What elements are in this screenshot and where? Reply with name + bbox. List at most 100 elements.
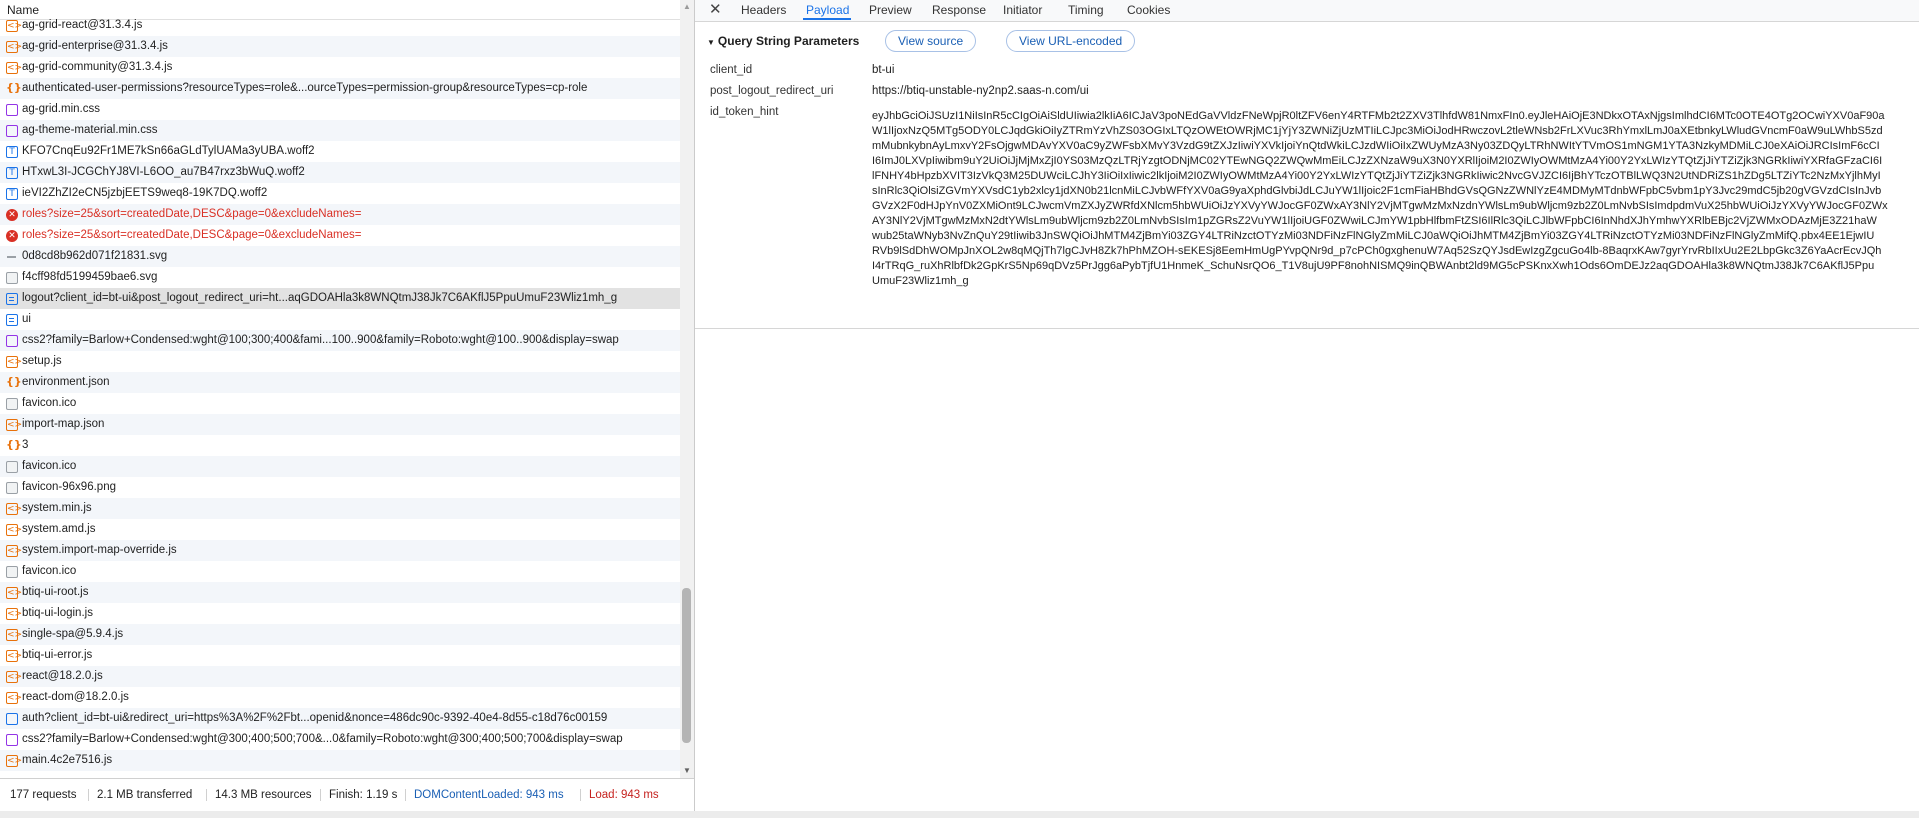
- request-row[interactable]: TieVI2ZhZI2eCN5jzbjEETS9weq8-19K7DQ.woff…: [0, 183, 680, 204]
- request-row[interactable]: <> btiq-ui-login.js: [0, 603, 680, 624]
- param-key-id-token-hint: id_token_hint: [710, 106, 779, 118]
- request-row[interactable]: <> setup.js: [0, 351, 680, 372]
- request-name: 0d8cd8b962d071f21831.svg: [22, 250, 168, 262]
- close-icon[interactable]: ✕: [709, 0, 722, 18]
- request-row[interactable]: ui: [0, 309, 680, 330]
- request-row[interactable]: auth?client_id=bt-ui&redirect_uri=https%…: [0, 708, 680, 729]
- request-name: favicon.ico: [22, 565, 77, 577]
- request-row[interactable]: f4cff98fd5199459bae6.svg: [0, 267, 680, 288]
- request-row[interactable]: <> ag-grid-community@31.3.4.js: [0, 57, 680, 78]
- request-row[interactable]: favicon-96x96.png: [0, 477, 680, 498]
- request-name: btiq-ui-login.js: [22, 607, 93, 619]
- request-name: authenticated-user-permissions?resourceT…: [22, 82, 588, 94]
- request-row[interactable]: <> system.amd.js: [0, 519, 680, 540]
- request-row[interactable]: <> system.min.js: [0, 498, 680, 519]
- request-name: ag-theme-material.min.css: [22, 124, 158, 136]
- request-row[interactable]: <> react-dom@18.2.0.js: [0, 687, 680, 708]
- request-row[interactable]: bt-logo.svg: [0, 771, 680, 775]
- script-file-icon: <>: [6, 545, 23, 557]
- script-file-icon: <>: [6, 629, 23, 641]
- request-row[interactable]: {} 3: [0, 435, 680, 456]
- tab-preview[interactable]: Preview: [869, 3, 912, 17]
- script-file-icon: <>: [6, 20, 23, 32]
- request-row[interactable]: favicon.ico: [0, 456, 680, 477]
- request-row[interactable]: ag-grid.min.css: [0, 99, 680, 120]
- request-row-selected[interactable]: logout?client_id=bt-ui&post_logout_redir…: [0, 288, 680, 309]
- scroll-down-arrow-icon[interactable]: ▼: [683, 766, 691, 775]
- script-file-icon: <>: [6, 608, 23, 620]
- query-string-parameters-header[interactable]: ▼ Query String Parameters: [707, 34, 859, 48]
- request-row[interactable]: <> import-map.json: [0, 414, 680, 435]
- scrollbar-thumb[interactable]: [682, 588, 691, 743]
- tab-payload[interactable]: Payload: [806, 3, 849, 17]
- request-name: system.amd.js: [22, 523, 96, 535]
- request-row[interactable]: {} environment.json: [0, 372, 680, 393]
- id-token-line: W1lIjoxNzQ5MTg5ODY0LCJqdGkiOiIyZTRmYzVhZ…: [872, 125, 1883, 137]
- request-list-scrollbar[interactable]: ▲ ▼: [680, 0, 694, 778]
- request-row[interactable]: <> single-spa@5.9.4.js: [0, 624, 680, 645]
- request-row[interactable]: <> main.4c2e7516.js: [0, 750, 680, 771]
- tab-timing[interactable]: Timing: [1068, 3, 1104, 17]
- script-file-icon: <>: [6, 419, 23, 431]
- payload-divider: [695, 328, 1919, 329]
- other-request-icon: [6, 713, 18, 725]
- image-icon: [6, 566, 18, 578]
- collapse-triangle-icon[interactable]: ▼: [707, 38, 715, 47]
- image-icon: [6, 272, 18, 284]
- request-row[interactable]: ✕ roles?size=25&sort=createdDate,DESC&pag…: [0, 225, 680, 246]
- request-name: HTxwL3I-JCGChYJ8VI-L6OO_au7B47rxz3bWuQ.w…: [22, 166, 305, 178]
- stylesheet-icon: [6, 335, 18, 347]
- request-name: btiq-ui-root.js: [22, 586, 89, 598]
- tab-initiator[interactable]: Initiator: [1003, 3, 1042, 17]
- request-name: react-dom@18.2.0.js: [22, 691, 129, 703]
- request-name: ag-grid-enterprise@31.3.4.js: [22, 40, 168, 52]
- font-file-icon: T: [6, 167, 18, 179]
- script-file-icon: <>: [6, 356, 23, 368]
- request-row[interactable]: <> react@18.2.0.js: [0, 666, 680, 687]
- request-row[interactable]: ag-theme-material.min.css: [0, 120, 680, 141]
- request-name: auth?client_id=bt-ui&redirect_uri=https%…: [22, 712, 608, 724]
- id-token-line: RVb9lSdDhWOMpJnXOL2w8qMQjTh7lgCJvH8Zk7hP…: [872, 245, 1882, 257]
- request-row[interactable]: {} authenticated-user-permissions?resourc…: [0, 78, 680, 99]
- request-name: import-map.json: [22, 418, 105, 430]
- request-name: favicon.ico: [22, 460, 77, 472]
- request-row[interactable]: 0d8cd8b962d071f21831.svg: [0, 246, 680, 267]
- request-row[interactable]: <> ag-grid-enterprise@31.3.4.js: [0, 36, 680, 57]
- request-row[interactable]: T KFO7CnqEu92Fr1ME7kSn66aGLdTylUAMa3yUBA.…: [0, 141, 680, 162]
- request-name: css2?family=Barlow+Condensed:wght@100;30…: [22, 334, 619, 346]
- request-name: roles?size=25&sort=createdDate,DESC&page…: [22, 229, 362, 241]
- request-row[interactable]: favicon.ico: [0, 561, 680, 582]
- request-name: ag-grid-community@31.3.4.js: [22, 61, 173, 73]
- request-name: ieVI2ZhZI2eCN5jzbjEETS9weq8-19K7DQ.woff2: [22, 187, 268, 199]
- request-row[interactable]: ✕ roles?size=25&sort=createdDate,DESC&pag…: [0, 204, 680, 225]
- scroll-up-arrow-icon[interactable]: ▲: [683, 2, 691, 11]
- request-row[interactable]: favicon.ico: [0, 393, 680, 414]
- request-row[interactable]: <> ag-grid-react@31.3.4.js: [0, 15, 680, 36]
- request-row[interactable]: <> btiq-ui-error.js: [0, 645, 680, 666]
- view-url-encoded-button[interactable]: View URL-encoded: [1006, 30, 1136, 52]
- tab-cookies[interactable]: Cookies: [1127, 3, 1170, 17]
- id-token-line: wub25taWNyb3NvZnQuY29tIiwib3JnSWQiOiJhMT…: [872, 230, 1875, 242]
- request-row[interactable]: <> btiq-ui-root.js: [0, 582, 680, 603]
- script-file-icon: <>: [6, 755, 23, 767]
- request-row[interactable]: <> system.import-map-override.js: [0, 540, 680, 561]
- fetch-request-icon: {}: [6, 81, 22, 94]
- request-name: main.4c2e7516.js: [22, 754, 113, 766]
- network-request-list-panel: Name <> ag-grid-react@31.3.4.js <> ag-grid-…: [0, 0, 694, 818]
- section-title: Query String Parameters: [717, 34, 860, 48]
- script-file-icon: <>: [6, 524, 23, 536]
- request-name: favicon.ico: [22, 397, 77, 409]
- request-row[interactable]: css2?family=Barlow+Condensed:wght@100;30…: [0, 330, 680, 351]
- tab-headers[interactable]: Headers: [741, 3, 786, 17]
- fetch-request-icon: {}: [6, 438, 22, 451]
- request-row[interactable]: css2?family=Barlow+Condensed:wght@300;40…: [0, 729, 680, 750]
- request-row[interactable]: T HTxwL3I-JCGChYJ8VI-L6OO_au7B47rxz3bWuQ.…: [0, 162, 680, 183]
- request-name: f4cff98fd5199459bae6.svg: [22, 271, 158, 283]
- view-source-button[interactable]: View source: [885, 30, 977, 52]
- script-file-icon: <>: [6, 62, 23, 74]
- transferred-size: 2.1 MB transferred: [88, 789, 192, 801]
- svg-file-icon: [6, 251, 18, 263]
- tab-response[interactable]: Response: [932, 3, 986, 17]
- script-file-icon: <>: [6, 503, 23, 515]
- param-key-client-id: client_id: [710, 64, 753, 76]
